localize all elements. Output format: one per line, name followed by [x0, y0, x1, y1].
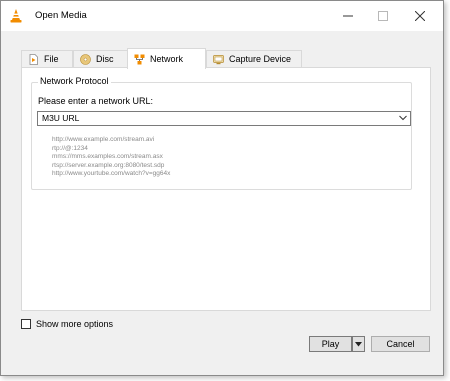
- cancel-button-label: Cancel: [386, 339, 415, 349]
- network-protocol-group: Network Protocol Please enter a network …: [31, 76, 412, 190]
- network-url-value: M3U URL: [42, 113, 80, 123]
- url-examples: http://www.example.com/stream.avi rtp://…: [52, 136, 170, 179]
- window-title: Open Media: [35, 10, 87, 21]
- maximize-icon: [378, 11, 388, 21]
- maximize-button[interactable]: [366, 1, 400, 31]
- group-title: Network Protocol: [38, 76, 111, 86]
- dropdown-arrow-icon: [355, 341, 362, 346]
- show-more-options-label[interactable]: Show more options: [36, 319, 113, 329]
- open-media-dialog: Open Media File Disc Network Capture Dev…: [0, 0, 444, 376]
- minimize-button[interactable]: [331, 1, 365, 31]
- tab-capture-device[interactable]: Capture Device: [206, 50, 302, 67]
- network-panel: Network Protocol Please enter a network …: [21, 67, 431, 311]
- chevron-down-icon[interactable]: [399, 115, 407, 121]
- tab-bar: File Disc Network Capture Device: [21, 48, 431, 69]
- close-button[interactable]: [403, 1, 437, 31]
- show-more-options-row[interactable]: Show more options: [21, 319, 113, 329]
- url-prompt-label: Please enter a network URL:: [38, 96, 154, 106]
- play-button[interactable]: Play: [309, 336, 352, 352]
- vlc-cone-icon: [10, 9, 22, 23]
- play-button-label: Play: [321, 339, 340, 349]
- url-example: rtp://@:1234: [52, 144, 88, 152]
- minimize-icon: [343, 15, 353, 17]
- tab-capture-device-label: Capture Device: [229, 54, 292, 64]
- network-url-combobox[interactable]: M3U URL: [37, 111, 411, 126]
- url-example: mms://mms.examples.com/stream.asx: [52, 153, 163, 161]
- tab-network-label: Network: [150, 54, 184, 64]
- disc-icon: [80, 53, 91, 65]
- show-more-options-checkbox[interactable]: [21, 319, 31, 329]
- url-example: rtsp://server.example.org:8080/test.sdp: [52, 161, 165, 169]
- close-icon: [415, 11, 425, 21]
- url-example: http://www.yourtube.com/watch?v=gg64x: [52, 170, 171, 178]
- network-icon: [134, 54, 145, 64]
- tab-network[interactable]: Network: [127, 48, 206, 69]
- capture-device-icon: [213, 54, 224, 64]
- title-bar[interactable]: Open Media: [1, 1, 443, 31]
- cancel-button[interactable]: Cancel: [371, 336, 430, 352]
- file-icon: [29, 53, 38, 65]
- url-example: http://www.example.com/stream.avi: [52, 136, 155, 143]
- tab-file[interactable]: File: [21, 50, 73, 67]
- play-options-dropdown-button[interactable]: [352, 336, 365, 352]
- tab-file-label: File: [44, 54, 59, 64]
- tab-disc-label: Disc: [96, 54, 114, 64]
